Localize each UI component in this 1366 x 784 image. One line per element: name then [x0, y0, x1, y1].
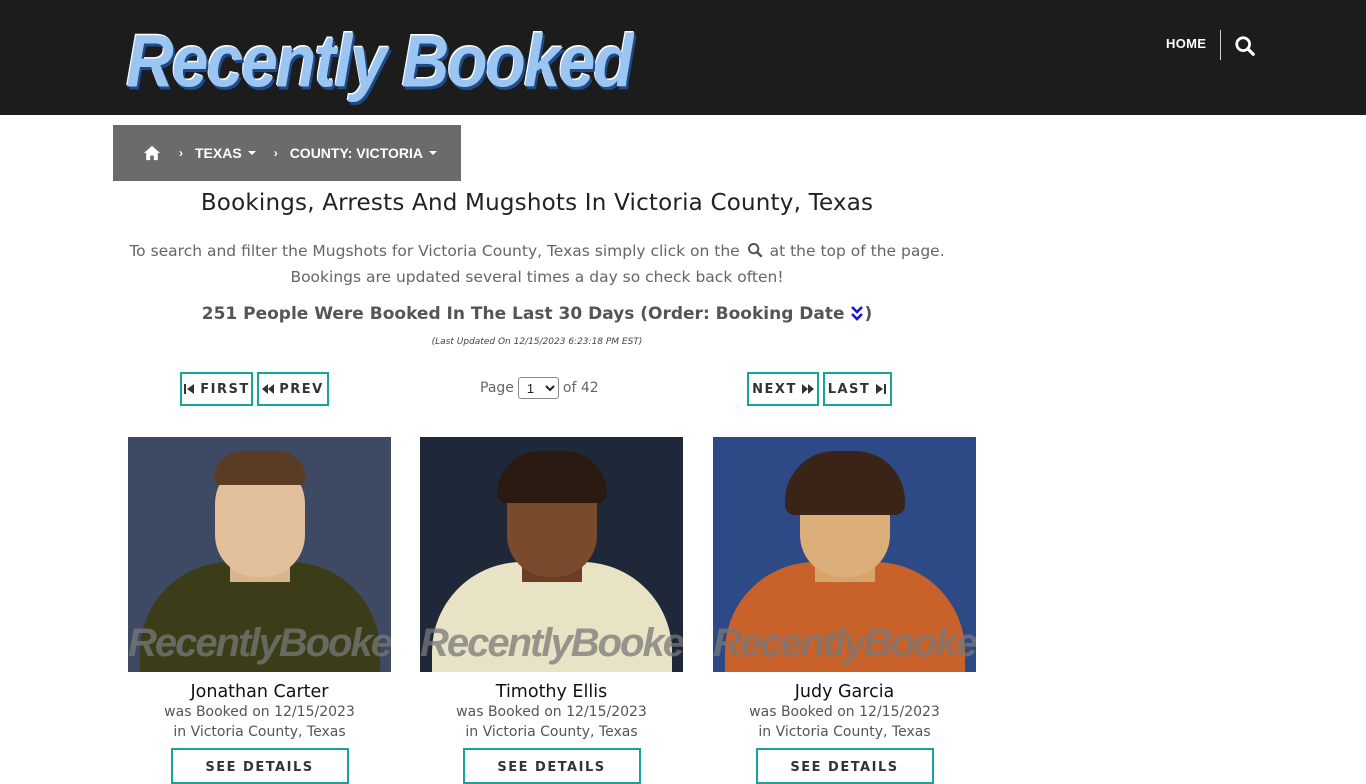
first-page-label: FIRST: [200, 381, 250, 397]
prev-page-button[interactable]: PREV: [257, 372, 329, 406]
first-page-button[interactable]: FIRST: [180, 372, 253, 406]
watermark: RecentlyBooked.com: [128, 621, 391, 665]
see-details-button[interactable]: SEE DETAILS: [170, 748, 349, 784]
last-updated: (Last Updated On 12/15/2023 6:23:18 PM E…: [431, 337, 643, 347]
booking-card[interactable]: RecentlyBooked.com Timothy Ellis was Boo…: [420, 437, 683, 784]
nav-divider: [1220, 30, 1221, 60]
page-label: Page: [480, 380, 514, 396]
last-page-label: LAST: [827, 381, 871, 397]
person-name[interactable]: Jonathan Carter: [128, 682, 391, 702]
breadcrumb-state-label: TEXAS: [195, 145, 242, 161]
home-icon[interactable]: [143, 145, 161, 161]
booking-count-text: 251 People Were Booked In The Last 30 Da…: [201, 304, 845, 324]
next-page-label: NEXT: [752, 381, 797, 397]
booking-info: was Booked on 12/15/2023 in Victoria Cou…: [749, 704, 940, 740]
booking-count-close: ): [864, 304, 873, 324]
breadcrumb-state-dropdown[interactable]: TEXAS: [195, 145, 256, 161]
booking-info: was Booked on 12/15/2023 in Victoria Cou…: [456, 704, 647, 740]
prev-page-label: PREV: [279, 381, 324, 397]
forward-icon: [801, 384, 814, 394]
intro-text-before: To search and filter the Mugshots for Vi…: [129, 242, 740, 260]
breadcrumb-county-dropdown[interactable]: COUNTY: VICTORIA: [290, 145, 437, 161]
caret-down-icon: [247, 151, 256, 155]
site-header: Recently Booked HOME: [0, 0, 1366, 115]
page-title: Bookings, Arrests And Mugshots In Victor…: [200, 190, 874, 216]
page-select[interactable]: 1: [517, 377, 559, 399]
person-name[interactable]: Timothy Ellis: [420, 682, 683, 702]
backward-icon: [262, 384, 275, 394]
booking-card[interactable]: RecentlyBooked.com Judy Garcia was Booke…: [713, 437, 976, 784]
site-logo[interactable]: Recently Booked: [126, 18, 633, 103]
breadcrumb-county-label: COUNTY: VICTORIA: [289, 145, 423, 161]
last-icon: [876, 384, 887, 394]
see-details-button[interactable]: SEE DETAILS: [755, 748, 934, 784]
booking-info: was Booked on 12/15/2023 in Victoria Cou…: [164, 704, 355, 740]
watermark: RecentlyBooked.com: [420, 621, 683, 665]
next-page-button[interactable]: NEXT: [747, 372, 819, 406]
first-icon: [184, 384, 195, 394]
mugshot-image[interactable]: RecentlyBooked.com: [420, 437, 683, 672]
search-icon: [747, 240, 763, 258]
person-name[interactable]: Judy Garcia: [713, 682, 976, 702]
sort-order-icon[interactable]: [850, 305, 864, 321]
booking-card[interactable]: RecentlyBooked.com Jonathan Carter was B…: [128, 437, 391, 784]
booking-count: 251 People Were Booked In The Last 30 Da…: [113, 304, 961, 324]
watermark: RecentlyBooked.com: [713, 621, 976, 665]
caret-down-icon: [428, 151, 437, 155]
mugshot-image[interactable]: RecentlyBooked.com: [128, 437, 391, 672]
mugshot-image[interactable]: RecentlyBooked.com: [713, 437, 976, 672]
chevron-right-icon: ›: [179, 146, 183, 160]
last-page-button[interactable]: LAST: [823, 372, 892, 406]
nav-home-link[interactable]: HOME: [1166, 36, 1206, 51]
intro-text: To search and filter the Mugshots for Vi…: [113, 238, 961, 290]
breadcrumb: › TEXAS › COUNTY: VICTORIA: [113, 125, 461, 181]
page-total: of 42: [562, 380, 599, 396]
chevron-right-icon: ›: [273, 146, 278, 160]
page-selector: Page 1 of 42: [480, 377, 599, 399]
see-details-button[interactable]: SEE DETAILS: [462, 748, 641, 784]
search-icon[interactable]: [1234, 35, 1256, 57]
